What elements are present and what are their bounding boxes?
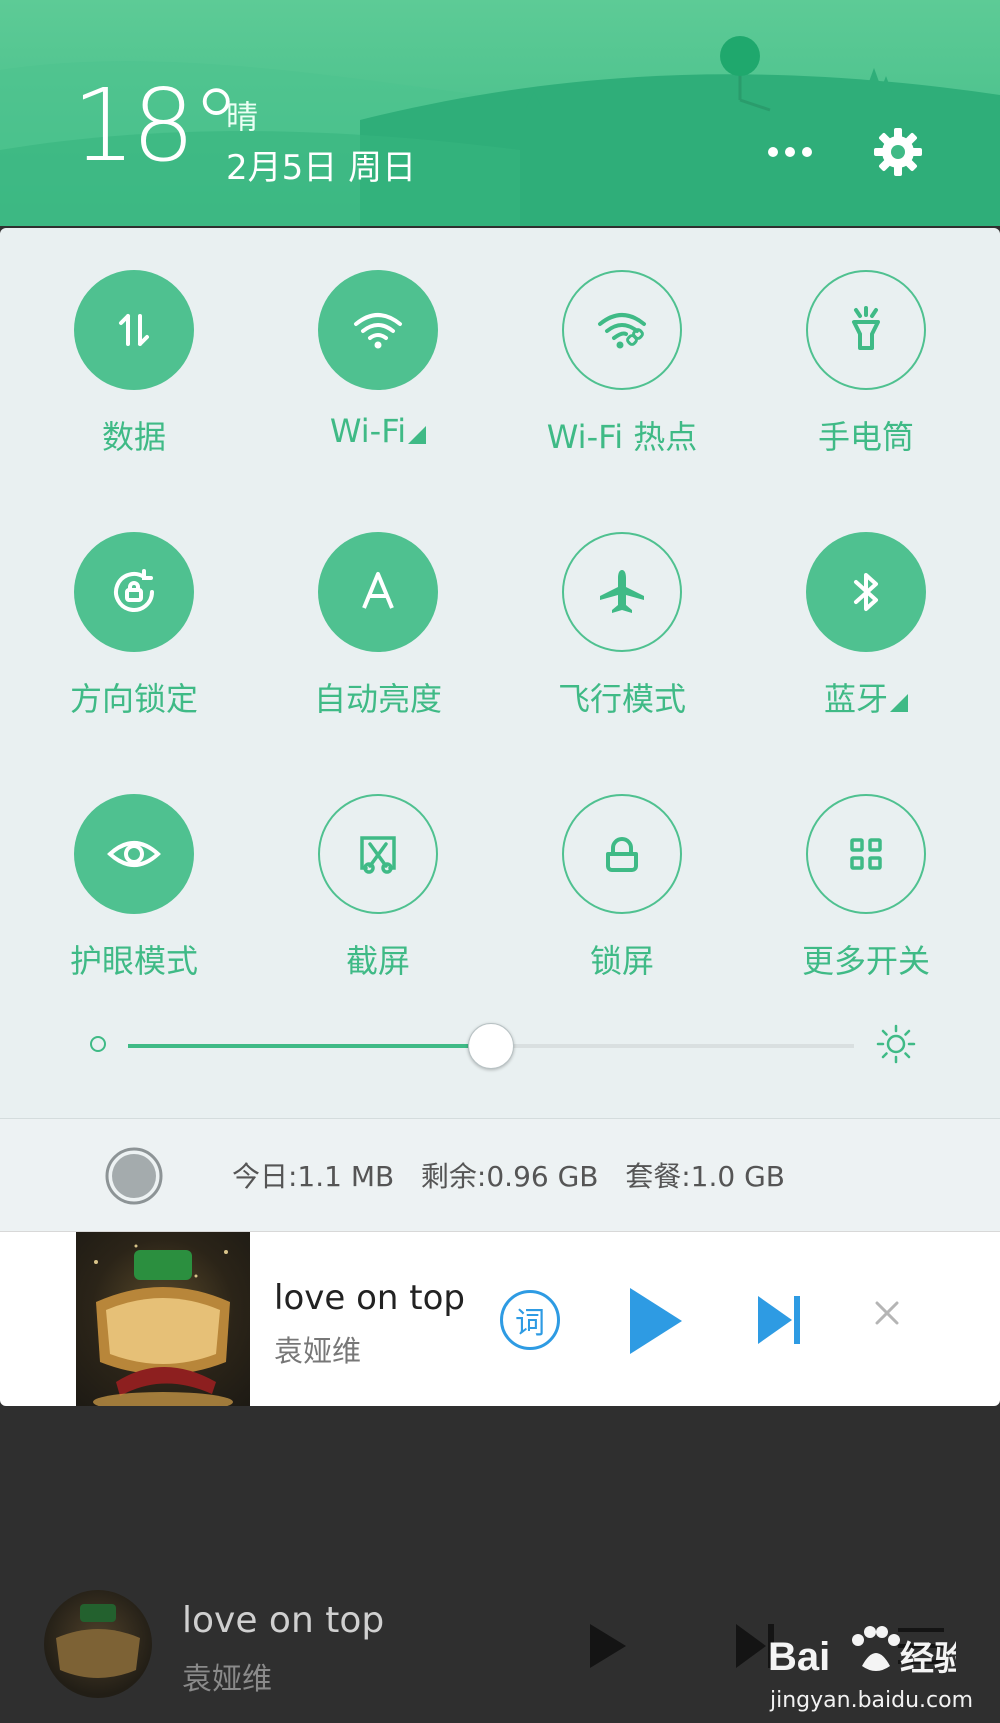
- background-song-artist: 袁娅维: [182, 1662, 272, 1697]
- tile-bluetooth[interactable]: 蓝牙: [766, 532, 966, 732]
- tile-label: 飞行模式: [557, 680, 686, 718]
- tile-label: 蓝牙: [746, 674, 986, 720]
- album-cover-image: [93, 1244, 233, 1406]
- temperature: 18°: [72, 67, 241, 184]
- lock-icon: [562, 794, 682, 914]
- song-artist: 袁娅维: [274, 1334, 362, 1368]
- bluetooth-icon: [806, 532, 926, 652]
- play-icon: [590, 1624, 626, 1668]
- background-album-art: [44, 1590, 152, 1698]
- skip-next-icon: [758, 1296, 800, 1344]
- gear-icon: [874, 128, 922, 176]
- baidu-watermark-logo: Bai 经验: [768, 1626, 956, 1679]
- lyrics-label: 词: [515, 1306, 545, 1341]
- expand-triangle-icon: [408, 426, 427, 444]
- weather-header: 18° 晴 2月5日 周日: [0, 0, 1000, 226]
- music-notification[interactable]: love on top 袁娅维 词: [0, 1231, 1000, 1406]
- expand-triangle-icon: [890, 694, 908, 712]
- background-album-cover-image: [56, 1604, 140, 1678]
- data-usage-ring-icon: [105, 1147, 163, 1205]
- next-track-button[interactable]: [756, 1292, 804, 1348]
- settings-button[interactable]: [868, 124, 928, 184]
- brightness-low-icon: [90, 1036, 106, 1052]
- watermark-url: jingyan.baidu.com: [770, 1688, 974, 1713]
- grid-icon: [806, 794, 926, 914]
- tile-label: Wi-Fi: [258, 412, 498, 450]
- data-usage-text: 今日:1.1 MB 剩余:0.96 GB 套餐:1.0 GB: [232, 1160, 785, 1193]
- rotation-lock-icon: [74, 532, 194, 652]
- tile-auto-brightness[interactable]: 自动亮度: [278, 532, 478, 732]
- svg-text:Bai: Bai: [768, 1635, 830, 1679]
- tile-label: 更多开关: [801, 942, 930, 980]
- tile-label: 锁屏: [589, 942, 654, 980]
- tile-label: 手电筒: [817, 418, 914, 456]
- date-label: 2月5日 周日: [226, 148, 417, 188]
- close-notification-button[interactable]: [872, 1298, 902, 1328]
- tile-mobile-data[interactable]: 数据: [34, 270, 234, 470]
- brightness-slider-fill: [128, 1044, 491, 1048]
- tile-wifi[interactable]: Wi-Fi: [278, 270, 478, 470]
- tile-screenshot[interactable]: 截屏: [278, 794, 478, 994]
- more-dots-icon: [768, 147, 812, 157]
- tile-label: 截屏: [345, 942, 410, 980]
- hotspot-icon: [562, 270, 682, 390]
- quick-settings-panel: 数据 Wi-Fi Wi-Fi 热点 手电筒 方向锁定 自动亮度 飞行模式 蓝牙 …: [0, 228, 1000, 1118]
- play-icon: [630, 1288, 682, 1354]
- eye-icon: [74, 794, 194, 914]
- background-song-title: love on top: [182, 1600, 385, 1641]
- background-play-button: [590, 1624, 626, 1668]
- tile-hotspot[interactable]: Wi-Fi 热点: [522, 270, 722, 470]
- more-options-button[interactable]: [760, 124, 820, 184]
- tile-label: 数据: [101, 418, 166, 456]
- svg-text:经验: 经验: [900, 1639, 956, 1679]
- tile-rotation-lock[interactable]: 方向锁定: [34, 532, 234, 732]
- airplane-icon: [562, 532, 682, 652]
- tile-more-switches[interactable]: 更多开关: [766, 794, 966, 994]
- brightness-high-icon: [876, 1024, 916, 1064]
- tile-eye-protection[interactable]: 护眼模式: [34, 794, 234, 994]
- close-icon: [875, 1301, 899, 1325]
- flashlight-icon: [806, 270, 926, 390]
- album-art[interactable]: [76, 1232, 250, 1406]
- tile-label: Wi-Fi 热点: [546, 418, 698, 456]
- screenshot-icon: [318, 794, 438, 914]
- song-title: love on top: [274, 1278, 465, 1318]
- mobile-data-icon: [74, 270, 194, 390]
- tile-lock-screen[interactable]: 锁屏: [522, 794, 722, 994]
- tile-label: 自动亮度: [313, 680, 442, 718]
- tile-airplane[interactable]: 飞行模式: [522, 532, 722, 732]
- brightness-slider-thumb[interactable]: [468, 1023, 514, 1069]
- data-usage-bar[interactable]: 今日:1.1 MB 剩余:0.96 GB 套餐:1.0 GB: [0, 1118, 1000, 1231]
- play-button[interactable]: [626, 1286, 686, 1356]
- tile-label-text: Wi-Fi: [329, 412, 407, 450]
- tile-flashlight[interactable]: 手电筒: [766, 270, 966, 470]
- wifi-icon: [318, 270, 438, 390]
- tile-label: 方向锁定: [69, 680, 198, 718]
- weather-condition: 晴: [226, 98, 259, 136]
- lyrics-button[interactable]: 词: [500, 1290, 560, 1350]
- tile-label-text: 蓝牙: [823, 680, 888, 718]
- tile-label: 护眼模式: [69, 942, 198, 980]
- auto-brightness-icon: [318, 532, 438, 652]
